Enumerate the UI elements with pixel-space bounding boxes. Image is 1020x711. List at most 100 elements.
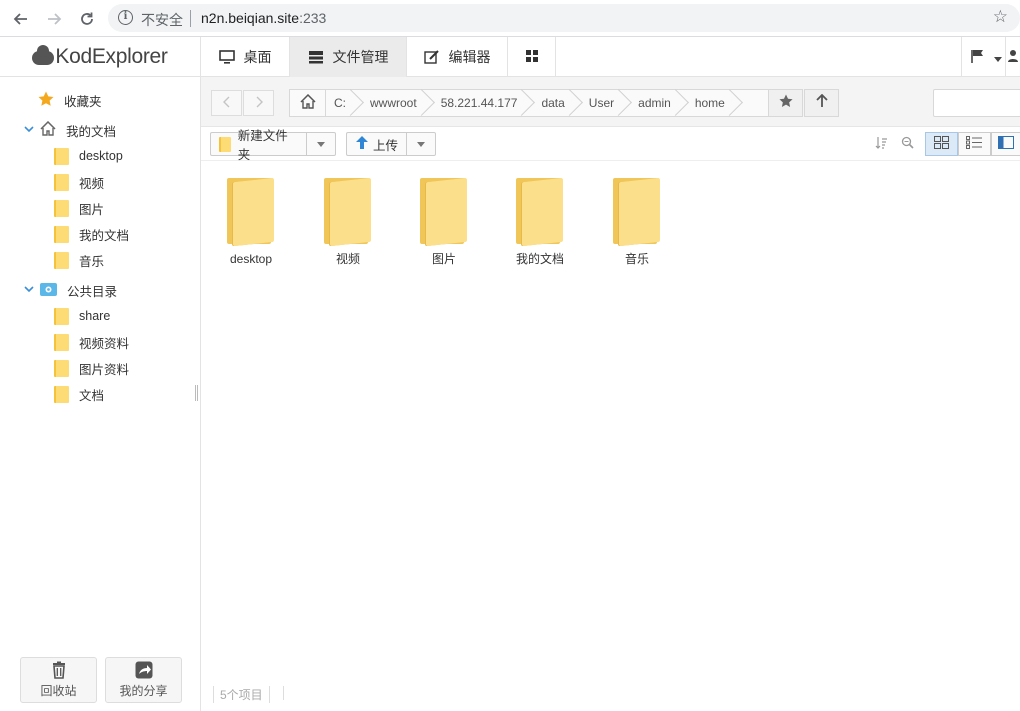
breadcrumb-item[interactable]: home	[681, 90, 735, 116]
star-icon	[778, 94, 793, 112]
columns-view-icon	[998, 136, 1014, 152]
sidebar-item-videos[interactable]: 视频	[54, 169, 104, 195]
icon-view-button[interactable]	[925, 132, 958, 156]
grid-icon	[525, 49, 539, 66]
search-input[interactable]	[933, 89, 1020, 117]
tab-file-manager-label: 文件管理	[332, 49, 389, 65]
file-item-desktop[interactable]: desktop	[208, 175, 294, 267]
star-icon	[38, 91, 54, 110]
sidebar-item-music[interactable]: 音乐	[54, 247, 104, 273]
breadcrumb-item[interactable]: data	[527, 90, 574, 116]
file-item-documents[interactable]: 我的文档	[497, 175, 583, 267]
app-logo[interactable]: KodExplorer	[0, 37, 201, 77]
breadcrumb-label: C:	[334, 96, 346, 110]
upload-main[interactable]: 上传	[347, 133, 408, 155]
list-view-button[interactable]	[958, 132, 991, 156]
sidebar-item-favorites[interactable]: 收藏夹	[38, 87, 102, 113]
sidebar-item-picture-materials[interactable]: 图片资料	[54, 355, 129, 381]
insecure-label: 不安全	[141, 12, 183, 28]
back-arrow-icon[interactable]	[8, 6, 34, 32]
upload-button[interactable]: 上传	[346, 132, 436, 156]
sidebar-item-public[interactable]: 公共目录	[24, 277, 117, 303]
home-icon	[40, 120, 56, 139]
folder-icon	[54, 333, 69, 351]
folder-icon	[54, 307, 69, 325]
file-name: 视频	[335, 252, 360, 266]
folder-icon	[516, 177, 564, 247]
sidebar-item-my-docs[interactable]: 我的文档	[24, 117, 116, 143]
sidebar-item-documents[interactable]: 我的文档	[54, 221, 129, 247]
breadcrumb-item[interactable]: 58.221.44.177	[427, 90, 528, 116]
tab-editor-label: 编辑器	[448, 49, 491, 65]
chevron-down-icon	[417, 141, 426, 147]
breadcrumb-label: home	[694, 96, 725, 110]
file-item-videos[interactable]: 视频	[305, 175, 391, 267]
favorite-button[interactable]	[768, 89, 803, 117]
sidebar-favorites-label: 收藏夹	[64, 94, 102, 109]
upload-dropdown[interactable]	[407, 133, 435, 155]
sidebar-item-share[interactable]: share	[54, 303, 110, 329]
chevron-right-icon	[255, 95, 263, 111]
parent-folder-button[interactable]	[804, 89, 839, 117]
forward-arrow-icon[interactable]	[41, 6, 67, 32]
recycle-bin-button[interactable]: 回收站	[20, 657, 97, 703]
file-manager-icon	[308, 50, 324, 64]
sidebar-item-docs[interactable]: 文档	[54, 381, 104, 407]
chevron-left-icon	[222, 95, 231, 111]
expand-arrow-icon[interactable]	[24, 284, 36, 297]
tab-editor[interactable]: 编辑器	[407, 37, 508, 77]
reload-icon[interactable]	[74, 6, 100, 32]
new-folder-dropdown[interactable]	[307, 133, 335, 155]
zoom-icon[interactable]	[901, 136, 914, 152]
sidebar-resize-handle[interactable]	[195, 385, 198, 401]
breadcrumb-home[interactable]	[290, 90, 326, 116]
sidebar-item-video-materials[interactable]: 视频资料	[54, 329, 129, 355]
file-name: desktop	[229, 252, 273, 266]
language-menu[interactable]	[961, 37, 1005, 77]
my-share-button[interactable]: 我的分享	[105, 657, 182, 703]
grid-view-icon	[934, 136, 949, 152]
history-forward-button[interactable]	[243, 90, 274, 116]
folder-icon	[54, 173, 69, 191]
status-bar: 5个项目	[201, 676, 1020, 711]
monitor-icon	[218, 50, 235, 64]
breadcrumb-item[interactable]: wwwroot	[356, 90, 427, 116]
bookmark-star-icon[interactable]: ☆	[993, 7, 1008, 27]
logo-text: KodExplorer	[55, 45, 168, 68]
user-menu[interactable]	[1005, 37, 1020, 77]
tab-apps[interactable]	[508, 37, 556, 77]
info-icon[interactable]: i	[118, 10, 133, 25]
breadcrumb-item[interactable]: C:	[326, 90, 356, 116]
sidebar-item-label: 图片	[79, 202, 105, 217]
app-header: KodExplorer 桌面 文件管理 编辑器	[0, 37, 1020, 77]
new-folder-main[interactable]: 新建文件夹	[211, 129, 308, 162]
history-back-button[interactable]	[211, 90, 242, 116]
sidebar-item-desktop[interactable]: desktop	[54, 143, 123, 169]
breadcrumb-item[interactable]: User	[575, 90, 624, 116]
breadcrumb-item[interactable]: admin	[624, 90, 681, 116]
new-folder-button[interactable]: 新建文件夹	[210, 129, 336, 162]
sidebar-item-label: 音乐	[79, 254, 105, 269]
sidebar-public-label: 公共目录	[67, 284, 118, 299]
status-divider	[283, 686, 284, 700]
folder-icon	[613, 177, 661, 247]
folder-icon	[219, 136, 231, 152]
url-text[interactable]: n2n.beiqian.site:233	[201, 10, 326, 26]
url-port: :233	[299, 10, 327, 26]
browser-toolbar: i 不安全 n2n.beiqian.site:233 ☆	[0, 0, 1020, 37]
chevron-down-icon	[994, 50, 1002, 65]
split-view-button[interactable]	[991, 132, 1020, 156]
sidebar-item-pictures[interactable]: 图片	[54, 195, 104, 221]
expand-arrow-icon[interactable]	[24, 124, 36, 137]
upload-label: 上传	[373, 138, 399, 153]
address-bar[interactable]: i 不安全 n2n.beiqian.site:233 ☆	[108, 4, 1020, 32]
edit-icon	[423, 50, 440, 64]
file-item-pictures[interactable]: 图片	[401, 175, 487, 267]
sort-icon[interactable]	[875, 136, 888, 152]
file-item-music[interactable]: 音乐	[594, 175, 680, 267]
sidebar-bottom-actions: 回收站 我的分享	[0, 651, 200, 711]
tab-desktop[interactable]: 桌面	[201, 37, 290, 77]
sidebar-my-docs-label: 我的文档	[66, 124, 117, 139]
tab-file-manager[interactable]: 文件管理	[290, 37, 407, 77]
url-host: n2n.beiqian.site	[201, 10, 300, 26]
